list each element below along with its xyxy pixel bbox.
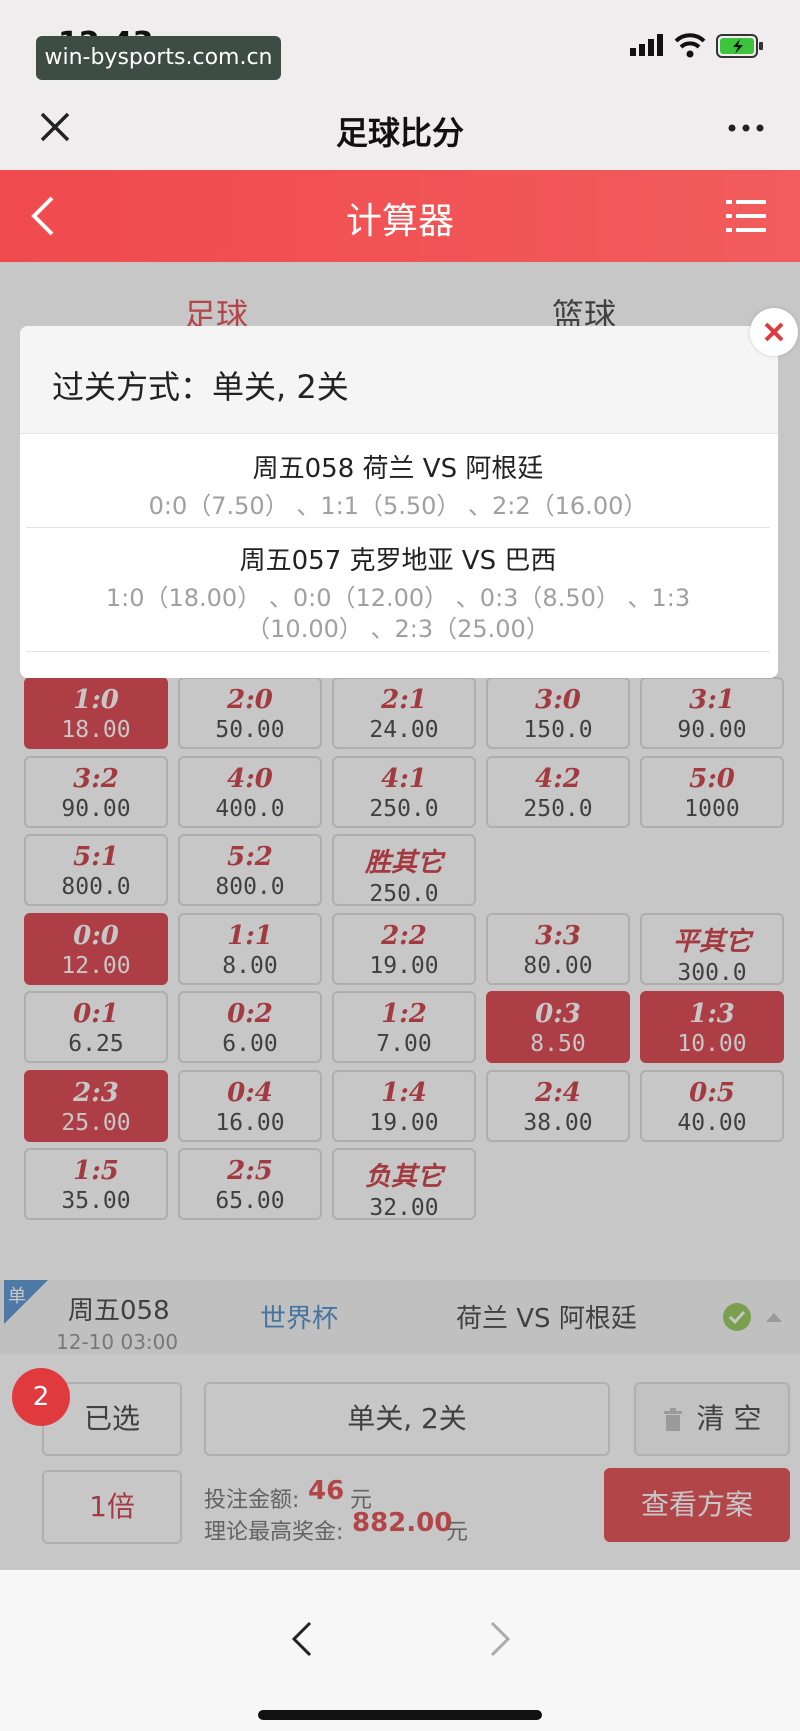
close-icon (764, 322, 784, 342)
modal-title: 过关方式：单关, 2关 (52, 368, 349, 406)
browser-header: 足球比分 (0, 90, 800, 170)
modal-match-picks: 0:0（7.50） 、1:1（5.50） 、2:2（16.00） (148, 492, 648, 520)
browser-nav (0, 1570, 800, 1731)
home-indicator (258, 1710, 542, 1720)
more-icon[interactable] (726, 118, 766, 138)
nav-back-icon[interactable] (290, 1620, 314, 1658)
app-title: 计算器 (345, 201, 454, 242)
browser-title: 足球比分 (335, 114, 464, 152)
wifi-icon (674, 33, 706, 58)
battery-icon (716, 34, 763, 58)
signal-icon (630, 34, 663, 56)
nav-forward-icon[interactable] (488, 1620, 512, 1658)
modal-match-item: 周五057 克罗地亚 VS 巴西 1:0（18.00） 、0:0（12.00） … (26, 528, 770, 652)
modal-close-button[interactable] (750, 308, 798, 356)
app-header: 计算器 (0, 170, 800, 262)
modal-match-picks: 1:0（18.00） 、0:0（12.00） 、0:3（8.50） 、1:3（1… (105, 584, 691, 643)
pass-type-modal: 过关方式：单关, 2关 周五058 荷兰 VS 阿根廷 0:0（7.50） 、1… (20, 326, 778, 678)
status-bar: 12:43 win-bysports.com.cn (0, 0, 800, 90)
modal-match-title: 周五057 克罗地亚 VS 巴西 (239, 546, 557, 576)
modal-match-item: 周五058 荷兰 VS 阿根廷 0:0（7.50） 、1:1（5.50） 、2:… (26, 436, 770, 528)
selected-count-badge: 2 (12, 1368, 70, 1426)
modal-header: 过关方式：单关, 2关 (20, 326, 778, 434)
menu-icon[interactable] (726, 198, 766, 234)
watermark: win-bysports.com.cn (36, 36, 281, 80)
modal-match-title: 周五058 荷兰 VS 阿根廷 (252, 454, 544, 484)
